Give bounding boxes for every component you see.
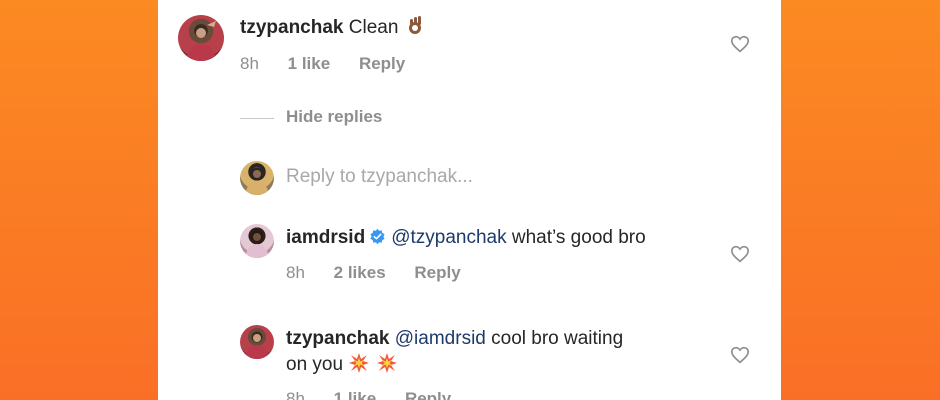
comment-time: 8h xyxy=(286,389,305,400)
current-user-avatar xyxy=(240,161,274,195)
avatar[interactable] xyxy=(178,15,224,61)
comments-panel: tzypanchak Clean 8h 1 like Reply Hide re… xyxy=(158,0,781,400)
comment-text-line1: cool bro waiting xyxy=(491,328,624,349)
avatar[interactable] xyxy=(240,325,274,359)
comment-likes[interactable]: 1 like xyxy=(334,389,377,400)
verified-badge-icon xyxy=(370,228,385,245)
comment-likes[interactable]: 1 like xyxy=(288,54,331,73)
heart-icon[interactable] xyxy=(730,35,750,53)
ok-hand-emoji xyxy=(404,15,426,37)
avatar-image xyxy=(245,331,269,359)
avatar-image xyxy=(186,21,216,61)
comment-mention[interactable]: @iamdrsid xyxy=(395,328,486,349)
comment-username[interactable]: tzypanchak xyxy=(240,17,343,38)
collision-emoji xyxy=(348,352,370,374)
comment-text: what’s good bro xyxy=(511,227,646,248)
comment-username[interactable]: iamdrsid xyxy=(286,227,365,248)
collision-emoji xyxy=(376,352,398,374)
heart-icon[interactable] xyxy=(730,346,750,364)
hide-replies-button[interactable]: Hide replies xyxy=(286,107,382,127)
hide-replies-line xyxy=(240,118,274,119)
reply-button[interactable]: Reply xyxy=(359,54,405,73)
comment-mention[interactable]: @tzypanchak xyxy=(391,227,506,248)
comment-time: 8h xyxy=(286,263,305,282)
reply-input[interactable]: Reply to tzypanchak... xyxy=(286,166,473,188)
reply-button[interactable]: Reply xyxy=(414,263,460,282)
comment-likes[interactable]: 2 likes xyxy=(334,263,386,282)
avatar[interactable] xyxy=(240,224,274,258)
comment-text: Clean xyxy=(348,17,399,38)
avatar-image xyxy=(245,167,269,195)
comment-text-line2: on you xyxy=(286,354,344,375)
comment-time: 8h xyxy=(240,54,259,73)
reply-button[interactable]: Reply xyxy=(405,389,451,400)
comment-username[interactable]: tzypanchak xyxy=(286,328,389,349)
heart-icon[interactable] xyxy=(730,245,750,263)
avatar-image xyxy=(245,230,269,258)
